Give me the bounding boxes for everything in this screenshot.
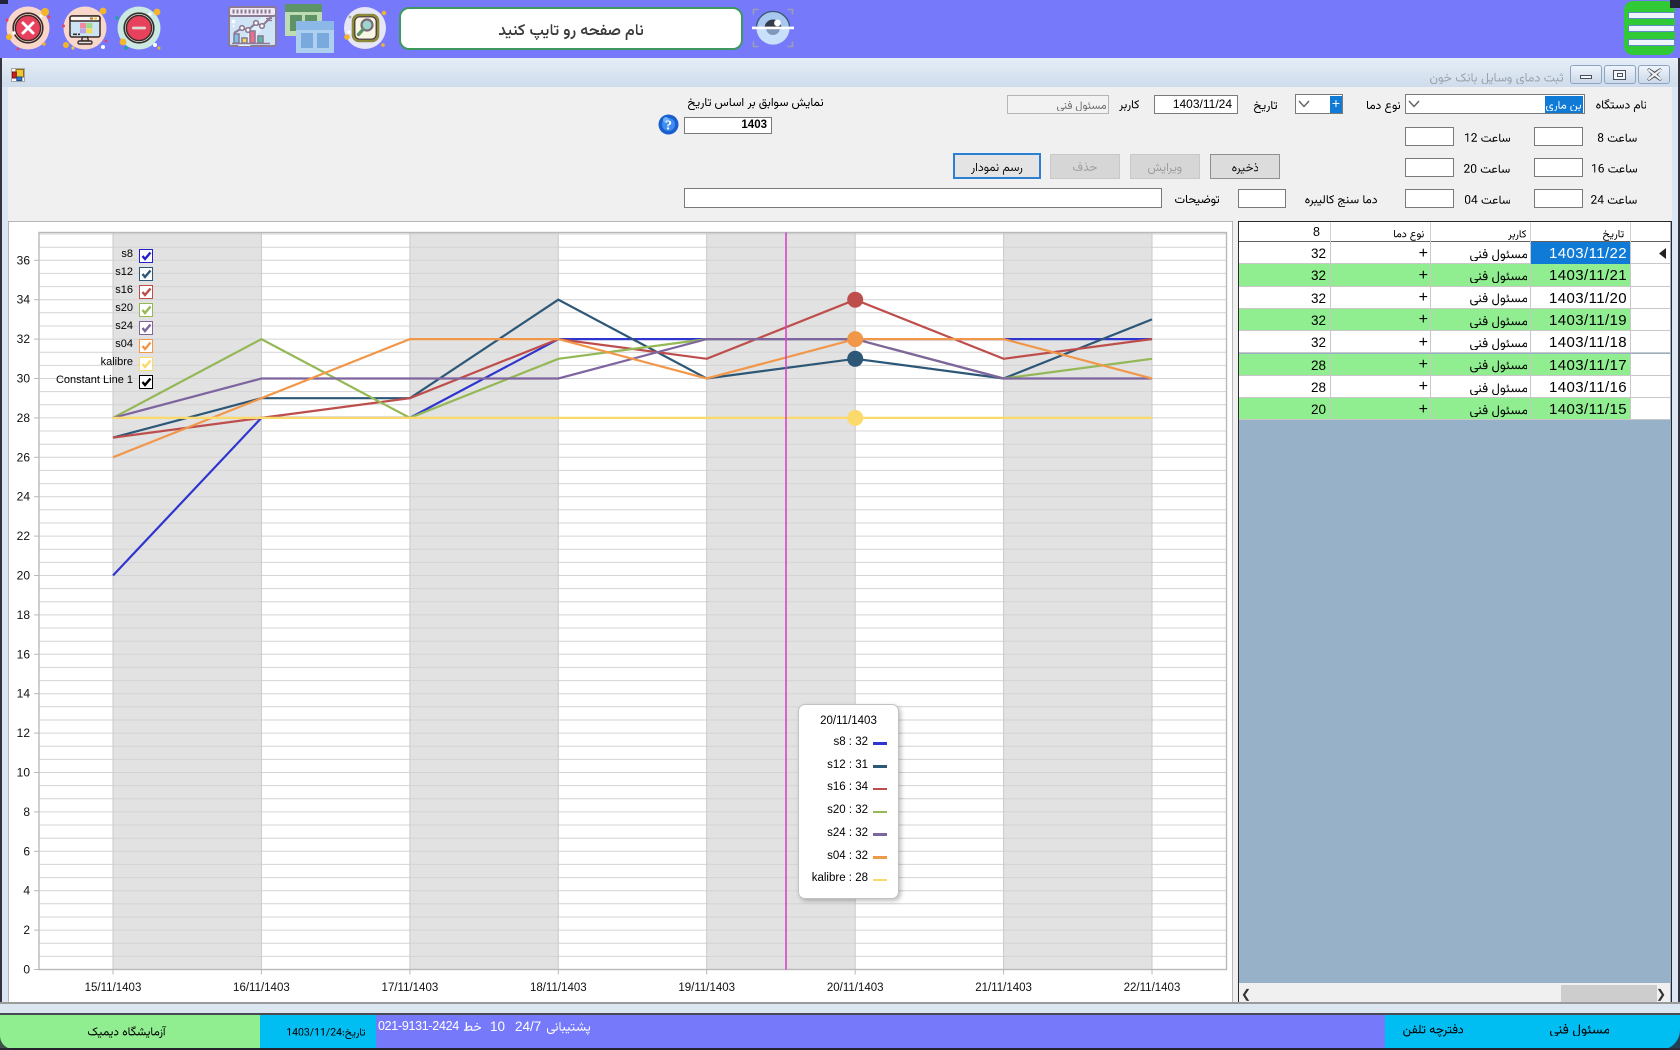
svg-text:26: 26: [17, 450, 31, 464]
svg-text:28: 28: [17, 411, 31, 425]
svg-text:21/11/1403: 21/11/1403: [975, 982, 1032, 994]
svg-text:18: 18: [17, 608, 31, 622]
svg-text:14: 14: [17, 687, 31, 701]
svg-text:20/11/1403: 20/11/1403: [827, 982, 884, 994]
svg-text:18/11/1403: 18/11/1403: [530, 982, 587, 994]
svg-text:19/11/1403: 19/11/1403: [678, 982, 735, 994]
svg-text:6: 6: [23, 844, 30, 858]
svg-text:?: ?: [665, 119, 672, 134]
svg-text:12: 12: [17, 726, 31, 740]
svg-text:4: 4: [23, 884, 30, 898]
svg-text:15/11/1403: 15/11/1403: [85, 982, 142, 994]
svg-text:20: 20: [17, 569, 31, 583]
svg-text:8: 8: [23, 805, 30, 819]
svg-text:2: 2: [23, 923, 30, 937]
svg-text:22: 22: [17, 529, 31, 543]
svg-text:16: 16: [17, 647, 31, 661]
svg-text:24: 24: [17, 490, 31, 504]
svg-text:17/11/1403: 17/11/1403: [382, 982, 439, 994]
svg-text:0: 0: [23, 963, 30, 977]
svg-text:16/11/1403: 16/11/1403: [233, 982, 290, 994]
svg-text:10: 10: [17, 766, 31, 780]
svg-text:22/11/1403: 22/11/1403: [1124, 982, 1181, 994]
